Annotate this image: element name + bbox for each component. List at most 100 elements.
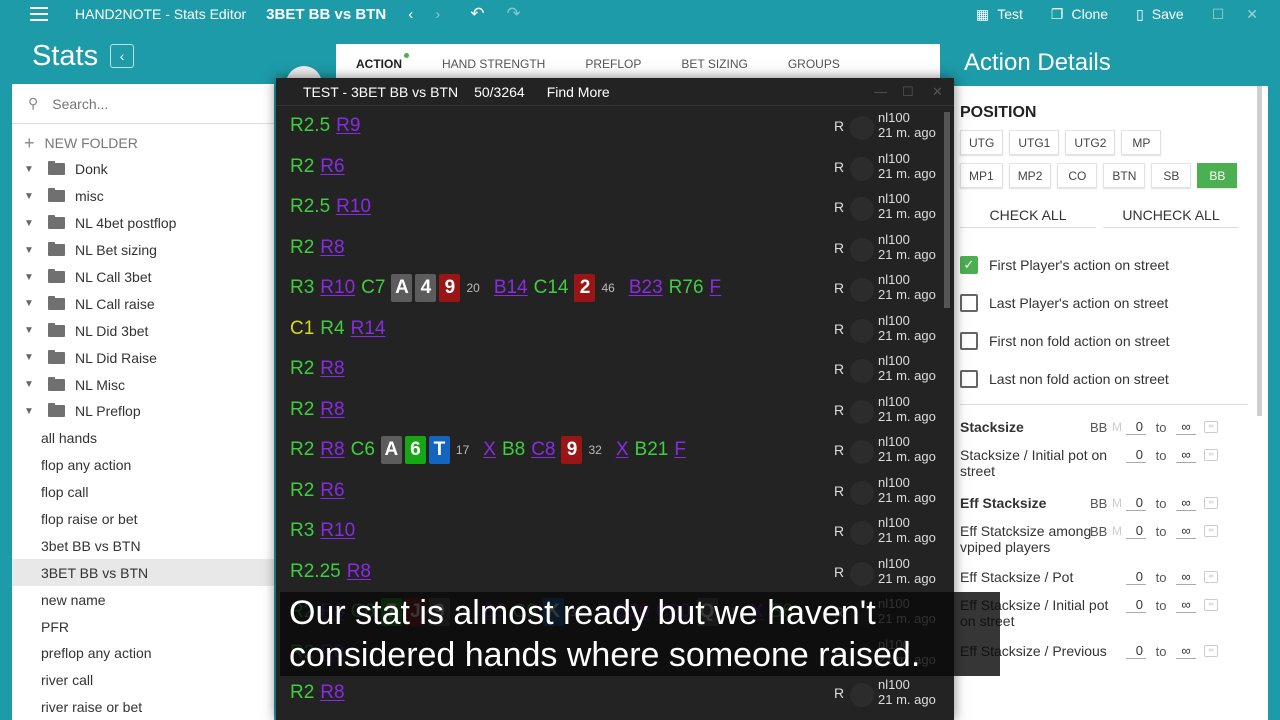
max-value-input[interactable]: ∞ [1176, 523, 1196, 539]
stat-item[interactable]: new name [12, 586, 274, 613]
tab-hand-strength[interactable]: HAND STRENGTH [422, 57, 565, 71]
replay-icon[interactable] [850, 521, 874, 545]
stat-item[interactable]: flop call [12, 479, 274, 506]
infinity-toggle-icon[interactable]: ∞ [1204, 421, 1218, 433]
tab-bet-sizing[interactable]: BET SIZING [661, 57, 767, 71]
chevron-down-icon[interactable]: ▼ [24, 272, 36, 283]
replay-icon[interactable] [850, 359, 874, 383]
checkbox-row[interactable]: First non fold action on street [960, 322, 1268, 360]
position-button[interactable]: UTG1 [1009, 130, 1060, 155]
chevron-down-icon[interactable]: ▼ [24, 352, 36, 363]
stat-item[interactable]: flop any action [12, 452, 274, 479]
close-window-icon[interactable]: ✕ [1246, 6, 1258, 23]
hand-row[interactable]: R2R8 Rnl10021 m. ago [276, 228, 944, 269]
folder-item[interactable]: ▼ NL Call raise [12, 290, 274, 317]
max-value-input[interactable]: ∞ [1176, 495, 1196, 511]
stat-item[interactable]: river raise or bet [12, 694, 274, 720]
hand-row[interactable]: R2 R6 Rnl100 21 m. ago [276, 471, 944, 512]
folder-item[interactable]: ▼ NL Call 3bet [12, 264, 274, 291]
hand-row[interactable]: R2 R8 C6 A 6 T 17 X B8 C8 9 32 X B21 F Rnl100 21 m. ago [276, 430, 944, 471]
stat-item[interactable]: flop raise or bet [12, 506, 274, 533]
stat-item[interactable]: PFR [12, 613, 274, 640]
maximize-icon[interactable]: ☐ [902, 84, 914, 100]
min-value-input[interactable]: 0 [1126, 495, 1146, 511]
tab-groups[interactable]: GROUPS [768, 57, 860, 71]
tab-preflop[interactable]: PREFLOP [565, 57, 661, 71]
hand-row[interactable]: R2R8 Rnl10021 m. ago [276, 349, 944, 390]
folder-item[interactable]: ▼ NL Bet sizing [12, 237, 274, 264]
hand-row[interactable]: R2.5 R10 Rnl100 21 m. ago [276, 187, 944, 228]
max-value-input[interactable]: ∞ [1176, 597, 1196, 613]
checkbox-row[interactable]: ✓ First Player's action on street [960, 246, 1268, 284]
infinity-toggle-icon[interactable]: ∞ [1204, 449, 1218, 461]
folder-item[interactable]: ▼ NL Misc [12, 371, 274, 398]
max-value-input[interactable]: ∞ [1176, 643, 1196, 659]
min-value-input[interactable]: 0 [1126, 643, 1146, 659]
hand-row[interactable]: R2.25 R8 Rnl100 21 m. ago [276, 552, 944, 593]
maximize-icon[interactable]: ☐ [1212, 6, 1225, 23]
chevron-down-icon[interactable]: ▼ [24, 164, 36, 175]
checkbox-row[interactable]: Last non fold action on street [960, 360, 1268, 398]
replay-icon[interactable] [850, 683, 874, 707]
checkbox[interactable]: ✓ [960, 256, 978, 274]
infinity-toggle-icon[interactable]: ∞ [1204, 497, 1218, 509]
replay-icon[interactable] [850, 237, 874, 262]
undo-icon[interactable]: ↶ [470, 4, 484, 24]
infinity-toggle-icon[interactable]: ∞ [1204, 525, 1218, 537]
m-unit-label[interactable]: M [1112, 496, 1126, 510]
checkbox[interactable] [960, 294, 978, 312]
checkbox[interactable] [960, 370, 978, 388]
clone-button[interactable]: ❐ Clone [1051, 6, 1108, 23]
min-value-input[interactable]: 0 [1126, 419, 1146, 435]
chevron-down-icon[interactable]: ▼ [24, 245, 36, 256]
checkbox[interactable] [960, 332, 978, 350]
replay-icon[interactable] [850, 318, 874, 343]
hand-row[interactable]: R2R8 Rnl10021 m. ago [276, 390, 944, 431]
min-value-input[interactable]: 0 [1126, 523, 1146, 539]
collapse-button[interactable]: ‹ [110, 44, 135, 68]
panel-scrollbar[interactable] [1257, 86, 1262, 416]
infinity-toggle-icon[interactable]: ∞ [1204, 645, 1218, 657]
infinity-toggle-icon[interactable]: ∞ [1204, 571, 1218, 583]
previous-stat-icon[interactable]: ‹ [408, 6, 413, 23]
save-button[interactable]: ▯ Save [1136, 6, 1184, 23]
redo-icon[interactable]: ↷ [506, 4, 520, 24]
chevron-down-icon[interactable]: ▼ [24, 406, 36, 417]
folder-item[interactable]: ▼ NL Preflop [12, 398, 274, 425]
replay-icon[interactable] [850, 440, 874, 464]
hand-row[interactable]: R2.5 R9 Rnl100 21 m. ago [276, 106, 944, 147]
hand-row[interactable]: R2 R6 Rnl100 21 m. ago [276, 147, 944, 188]
checkbox-row[interactable]: Last Player's action on street [960, 284, 1268, 322]
find-more-button[interactable]: Find More [547, 84, 610, 100]
hand-row[interactable]: R3 R10 C7 A 4 9 20 B14 C14 2 46 B23 R76 F Rnl100 21 m. … [276, 268, 944, 309]
chevron-down-icon[interactable]: ▼ [24, 218, 36, 229]
new-folder-button[interactable]: + NEW FOLDER [12, 130, 274, 156]
folder-item[interactable]: ▼ NL 4bet postflop [12, 210, 274, 237]
position-button[interactable]: BB [1197, 163, 1238, 188]
minimize-icon[interactable]: — [874, 84, 887, 99]
min-value-input[interactable]: 0 [1126, 597, 1146, 613]
next-stat-icon[interactable]: › [435, 6, 440, 23]
position-button[interactable]: MP [1121, 130, 1162, 155]
infinity-toggle-icon[interactable]: ∞ [1204, 599, 1218, 611]
test-button[interactable]: ▦ Test [976, 6, 1023, 23]
position-button[interactable]: UTG2 [1065, 130, 1116, 155]
stat-item[interactable]: preflop any action [12, 640, 274, 667]
position-button[interactable]: MP2 [1008, 163, 1052, 188]
min-value-input[interactable]: 0 [1126, 569, 1146, 585]
chevron-down-icon[interactable]: ▼ [24, 191, 36, 202]
folder-item[interactable]: ▼ Donk [12, 156, 274, 183]
replay-icon[interactable] [850, 116, 874, 140]
m-unit-label[interactable]: M [1112, 524, 1126, 538]
close-icon[interactable]: ✕ [932, 84, 943, 100]
max-value-input[interactable]: ∞ [1176, 569, 1196, 585]
position-button[interactable]: MP1 [960, 163, 1003, 188]
uncheck-all-button[interactable]: UNCHECK ALL [1103, 202, 1239, 228]
max-value-input[interactable]: ∞ [1176, 419, 1196, 435]
stat-item[interactable]: all hands [12, 425, 274, 452]
position-button[interactable]: BTN [1103, 163, 1146, 188]
search-input[interactable] [52, 95, 253, 112]
replay-icon[interactable] [850, 197, 874, 221]
stat-item[interactable]: river call [12, 667, 274, 694]
bb-unit-label[interactable]: BB [1090, 496, 1112, 511]
